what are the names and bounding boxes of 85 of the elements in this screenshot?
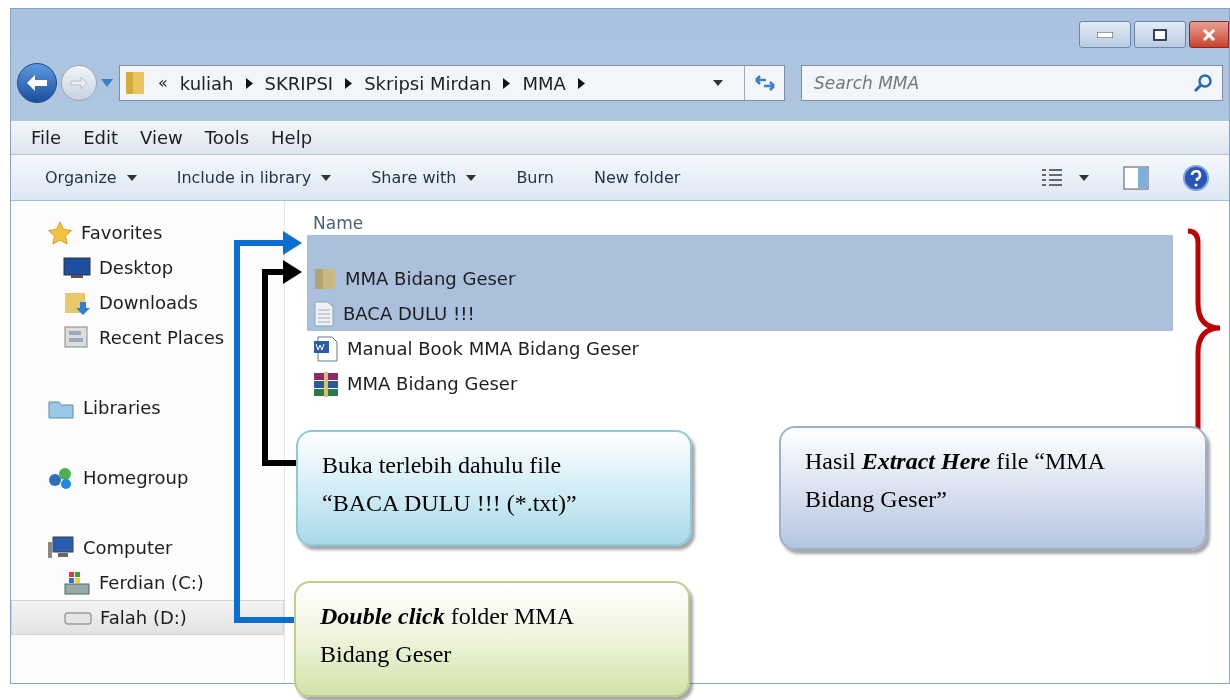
close-button[interactable] xyxy=(1189,21,1229,48)
maximize-icon xyxy=(1153,28,1167,41)
caret-icon xyxy=(1079,174,1089,181)
help-button[interactable] xyxy=(1183,164,1209,191)
nav-group[interactable]: Libraries xyxy=(11,390,284,425)
menu-item[interactable]: Help xyxy=(271,124,313,151)
file-row[interactable]: MMA Bidang Geser xyxy=(307,261,1173,296)
nav-item[interactable]: Desktop xyxy=(11,250,284,285)
back-arrow-icon xyxy=(26,74,48,92)
forward-arrow-icon xyxy=(70,76,88,90)
callout: Buka terlebih dahulu file “BACA DULU !!! (*.txt)” xyxy=(296,430,692,546)
search-icon xyxy=(1193,73,1213,93)
star-icon xyxy=(47,220,73,245)
monitor-icon xyxy=(63,256,91,279)
chevron-icon xyxy=(577,77,585,89)
help-icon xyxy=(1183,164,1209,191)
column-header[interactable]: Name xyxy=(313,211,364,237)
archive-icon xyxy=(313,370,339,397)
back-button[interactable] xyxy=(17,63,57,103)
computer-icon xyxy=(47,535,75,560)
nav-item[interactable]: Recent Places xyxy=(11,320,284,355)
breadcrumb-overflow[interactable]: « xyxy=(158,71,168,95)
breadcrumb-item[interactable]: MMA xyxy=(522,69,566,97)
preview-pane-button[interactable] xyxy=(1123,165,1149,190)
maximize-button[interactable] xyxy=(1134,21,1186,48)
toolbar-button[interactable]: Share with xyxy=(371,165,477,190)
view-options-button[interactable] xyxy=(1041,167,1089,188)
nav-label: Computer xyxy=(83,536,173,560)
caret-icon xyxy=(101,79,113,87)
file-name: Manual Book MMA Bidang Geser xyxy=(347,337,639,361)
file-row[interactable]: BACA DULU !!! xyxy=(307,296,1173,331)
caret-icon xyxy=(713,80,723,86)
close-icon xyxy=(1202,28,1216,41)
menu-item[interactable]: Tools xyxy=(204,124,250,151)
chevron-icon xyxy=(345,77,353,89)
menu-item[interactable]: Edit xyxy=(83,124,118,151)
search-field[interactable]: Search MMA xyxy=(801,65,1223,101)
caret-icon xyxy=(126,174,137,181)
toolbar-button[interactable]: New folder xyxy=(593,165,681,190)
caret-icon xyxy=(321,174,332,181)
preview-pane-icon xyxy=(1123,165,1149,190)
drive-icon xyxy=(64,609,92,626)
chevron-icon xyxy=(245,77,253,89)
nav-item[interactable]: Falah (D:) xyxy=(11,600,284,635)
nav-item[interactable]: Downloads xyxy=(11,285,284,320)
drive-icon xyxy=(63,569,91,596)
breadcrumb-item[interactable]: Skripsi Mirdan xyxy=(364,69,492,97)
folder-icon xyxy=(124,70,146,96)
details-view-icon xyxy=(1041,167,1063,188)
file-name: MMA Bidang Geser xyxy=(345,267,516,291)
minimize-button[interactable] xyxy=(1079,21,1131,48)
menu-item[interactable]: File xyxy=(31,124,62,151)
nav-label: Downloads xyxy=(99,291,198,315)
toolbar-button[interactable]: Organize xyxy=(45,165,137,190)
nav-label: Favorites xyxy=(81,221,163,245)
file-row[interactable]: MMA Bidang Geser xyxy=(307,366,1173,401)
nav-label: Recent Places xyxy=(99,326,225,350)
folder-icon xyxy=(313,266,337,291)
nav-group[interactable]: Favorites xyxy=(11,215,284,250)
toolbar-button[interactable]: Burn xyxy=(516,165,554,190)
nav-label: Ferdian (C:) xyxy=(99,571,204,595)
breadcrumb-item[interactable]: kuliah xyxy=(179,69,234,97)
refresh-icon xyxy=(753,74,776,92)
file-name: MMA Bidang Geser xyxy=(347,372,518,396)
nav-item[interactable]: Ferdian (C:) xyxy=(11,565,284,600)
nav-group[interactable]: Computer xyxy=(11,530,284,565)
nav-label: Homegroup xyxy=(83,466,189,490)
menu-item[interactable]: View xyxy=(140,124,183,151)
chevron-icon xyxy=(503,77,511,89)
file-name: BACA DULU !!! xyxy=(343,302,475,326)
text-file-icon xyxy=(313,300,335,327)
recent-places-icon xyxy=(63,324,91,351)
word-document-icon xyxy=(313,335,339,362)
nav-label: Falah (D:) xyxy=(100,606,187,630)
file-row[interactable]: Manual Book MMA Bidang Geser xyxy=(307,331,1173,366)
nav-group[interactable]: Homegroup xyxy=(11,460,284,495)
minimize-icon xyxy=(1097,31,1113,38)
caret-icon xyxy=(466,174,477,181)
callout: Double click folder MMA Bidang Geser xyxy=(294,581,690,697)
breadcrumb-item[interactable]: SKRIPSI xyxy=(264,69,334,97)
toolbar-button[interactable]: Include in library xyxy=(176,165,332,190)
callout: Hasil Extract Here file “MMA Bidang Geser” xyxy=(779,426,1207,550)
nav-label: Desktop xyxy=(99,256,174,280)
address-bar[interactable]: « kuliah SKRIPSI Skripsi Mirdan MMA xyxy=(119,65,785,101)
nav-label: Libraries xyxy=(83,396,161,420)
